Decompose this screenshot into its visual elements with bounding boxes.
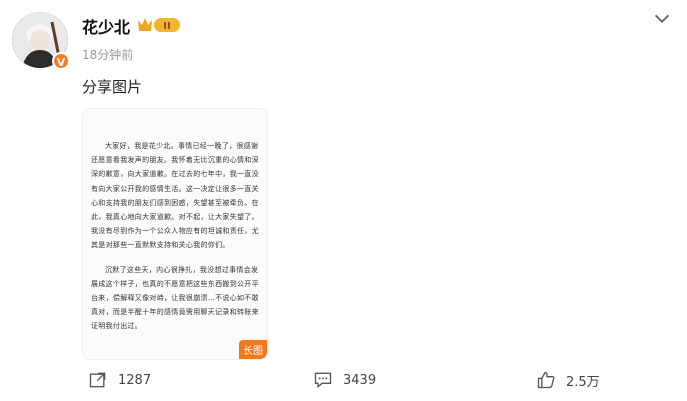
post-timestamp[interactable]: 18分钟前	[82, 46, 133, 63]
verified-badge: V	[52, 52, 70, 70]
image-document-text: 大家好，我是花少北。事情已经一晚了，很感谢还愿意看我发声的朋友。我怀着无比沉重的…	[91, 139, 259, 344]
comment-button[interactable]: 3439	[313, 366, 376, 394]
thumbs-up-icon	[537, 371, 555, 389]
chevron-down-icon[interactable]	[651, 8, 673, 30]
action-bar: 1287 3439 2.5万	[0, 366, 687, 394]
share-count: 1287	[118, 372, 152, 388]
long-image-badge: 长图	[239, 340, 267, 359]
like-button[interactable]: 2.5万	[536, 366, 600, 394]
username[interactable]: 花少北	[82, 14, 130, 38]
level-badge-label: II	[163, 21, 170, 32]
share-button[interactable]: 1287	[88, 366, 151, 394]
crown-icon[interactable]: II	[136, 16, 182, 34]
comment-icon	[314, 372, 332, 389]
post-image[interactable]: 大家好，我是花少北。事情已经一晚了，很感谢还愿意看我发声的朋友。我怀着无比沉重的…	[82, 108, 268, 360]
document-paragraph: 沉默了这些天，内心很挣扎，我没想过事情会发展成这个样子，也真的不愿意把这些东西搬…	[91, 265, 259, 331]
comment-count: 3439	[343, 372, 377, 388]
like-count: 2.5万	[566, 374, 600, 390]
document-paragraph: 大家好，我是花少北。事情已经一晚了，很感谢还愿意看我发声的朋友。我怀着无比沉重的…	[91, 142, 259, 250]
avatar[interactable]: V	[12, 12, 70, 70]
share-icon	[89, 372, 106, 388]
post-text: 分享图片	[82, 78, 143, 96]
